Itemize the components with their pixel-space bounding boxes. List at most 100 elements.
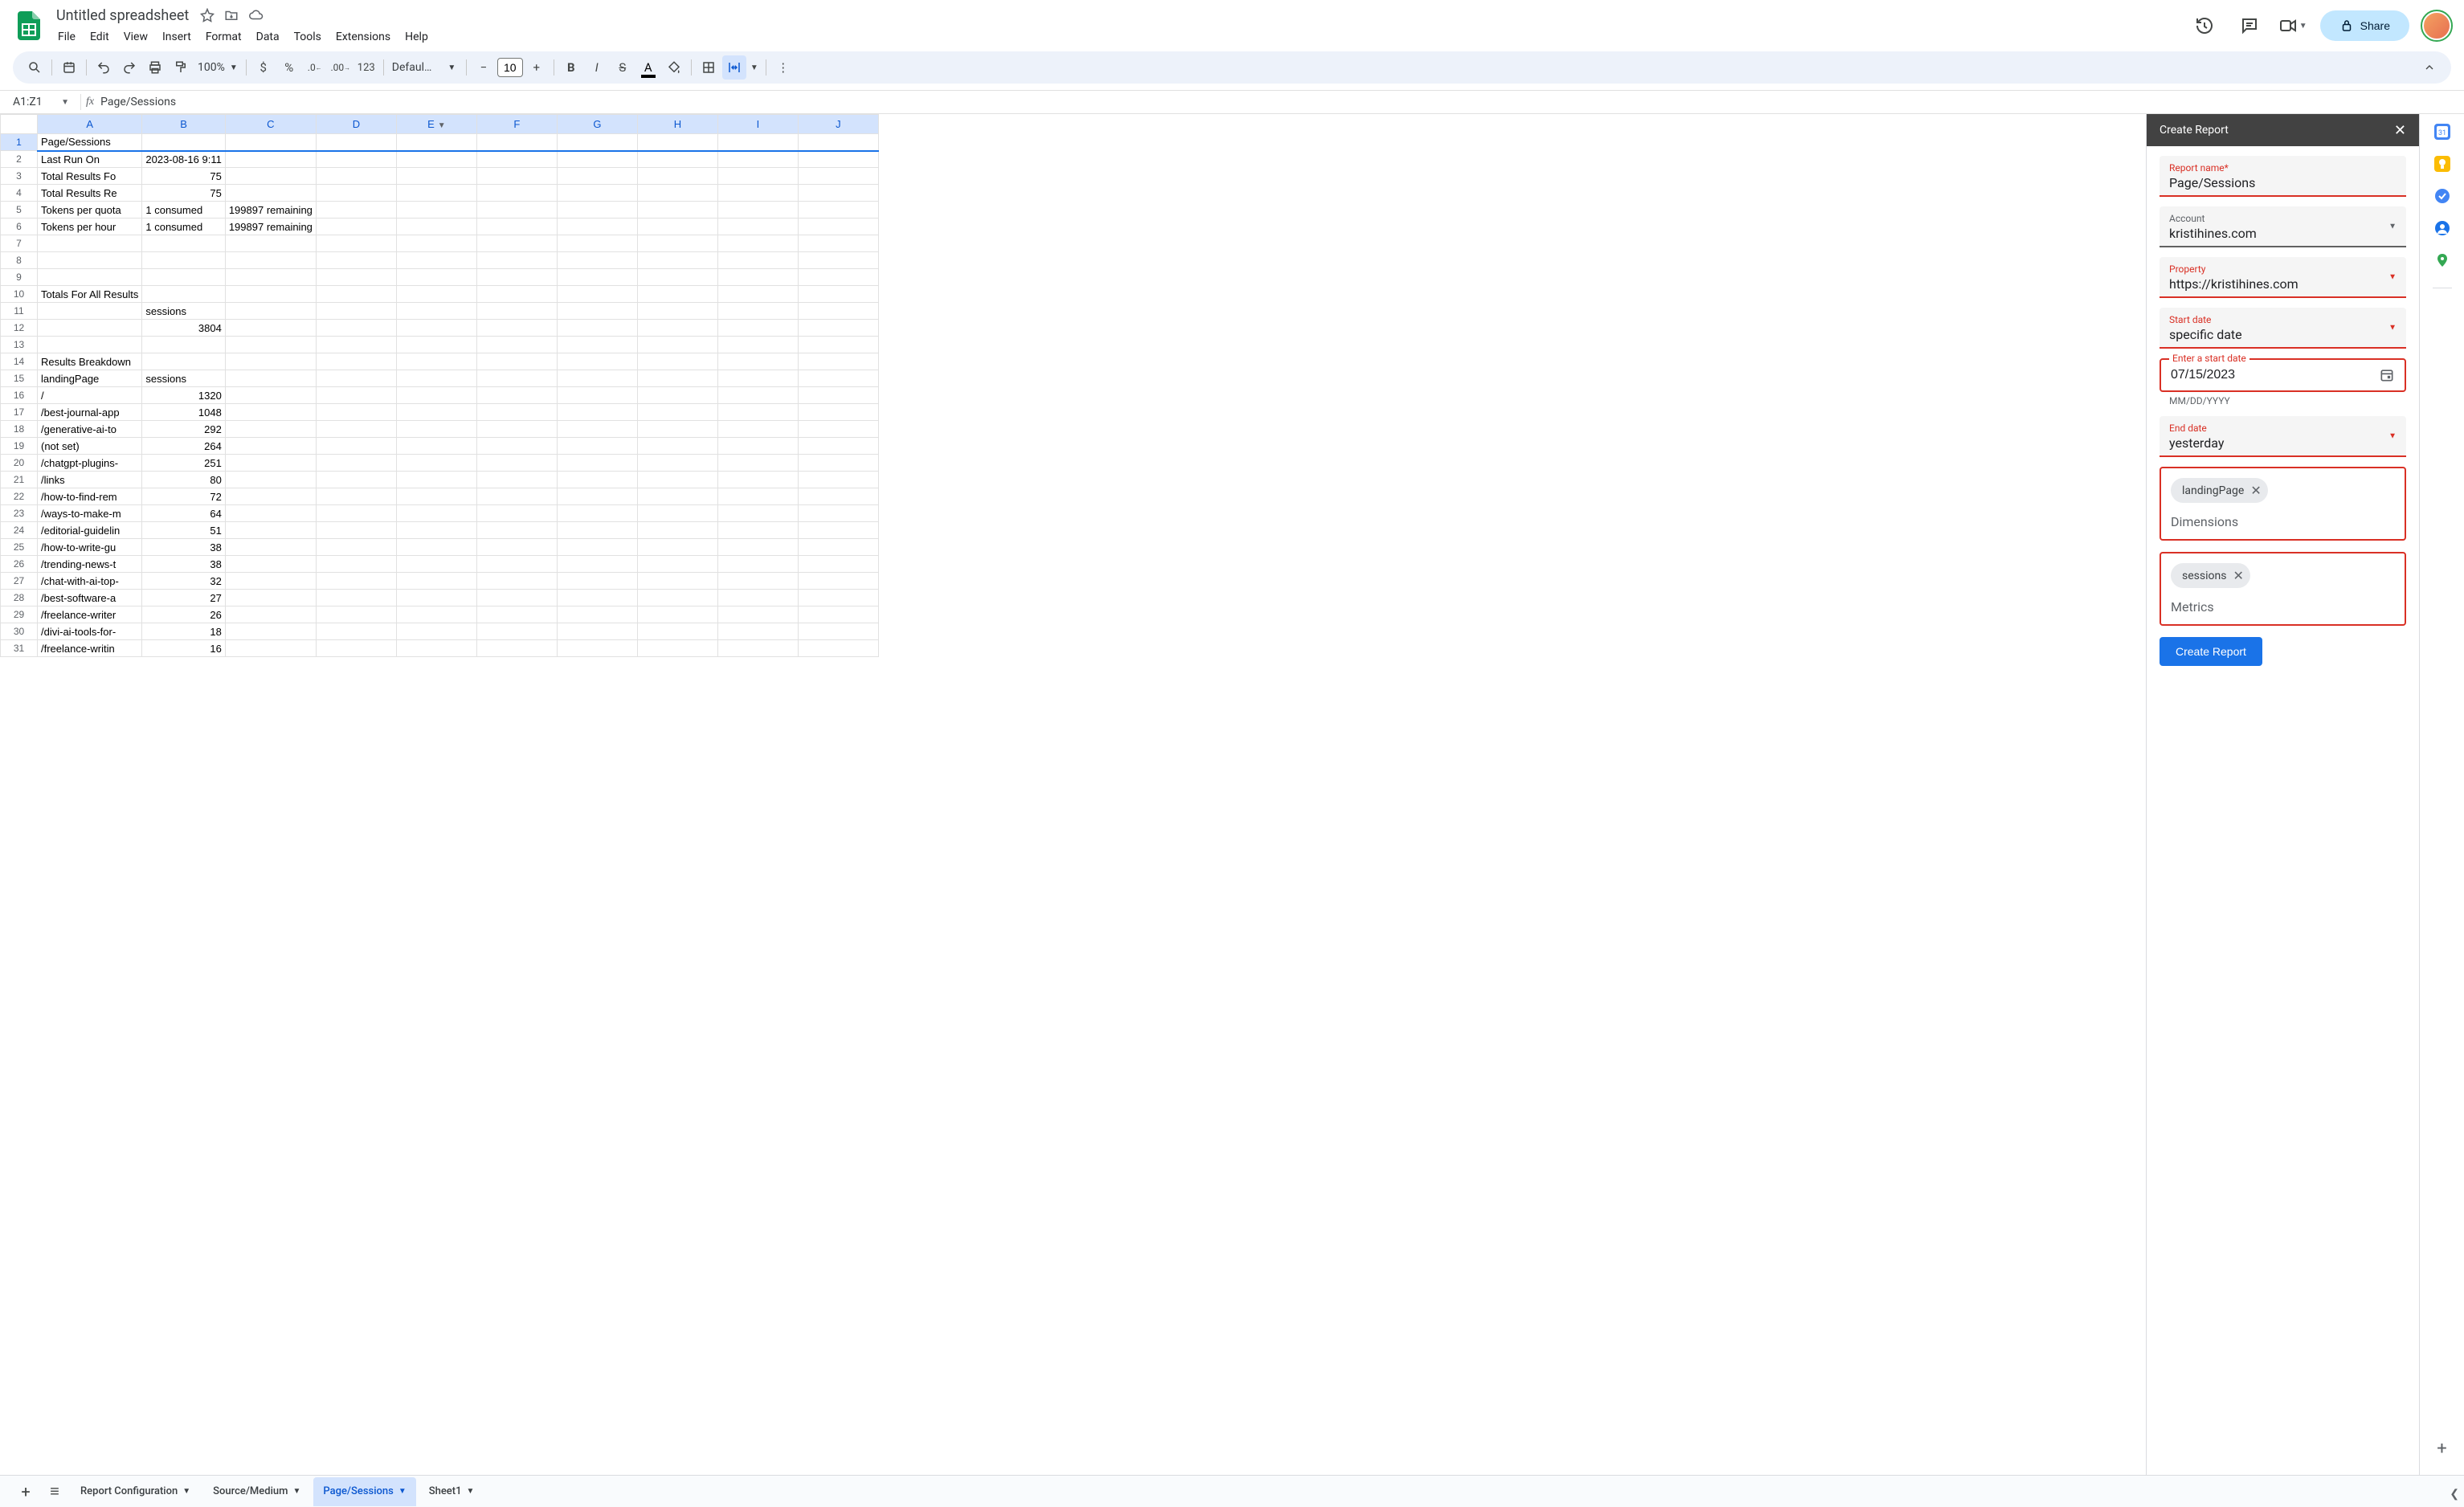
cell[interactable] [798, 421, 878, 438]
cell[interactable] [476, 235, 557, 252]
cell[interactable] [476, 640, 557, 657]
cell[interactable] [476, 252, 557, 269]
cell[interactable] [225, 320, 316, 337]
cell[interactable] [798, 455, 878, 472]
cell[interactable] [637, 640, 717, 657]
cell[interactable] [225, 168, 316, 185]
cell[interactable]: /generative-ai-to [38, 421, 142, 438]
row-header[interactable]: 9 [1, 269, 38, 286]
cell[interactable]: Results Breakdown [38, 353, 142, 370]
cell[interactable] [717, 623, 798, 640]
add-sheet-icon[interactable]: + [13, 1479, 39, 1505]
cell[interactable] [476, 573, 557, 590]
menu-edit[interactable]: Edit [84, 27, 116, 47]
cell[interactable] [316, 387, 396, 404]
calendar-icon[interactable] [57, 55, 81, 80]
cell[interactable]: /divi-ai-tools-for- [38, 623, 142, 640]
sheet-tab[interactable]: Source/Medium▼ [203, 1477, 310, 1506]
dimensions-box[interactable]: landingPage ✕ Dimensions [2160, 467, 2406, 541]
cell[interactable]: /how-to-write-gu [38, 539, 142, 556]
cell[interactable] [476, 438, 557, 455]
doc-title[interactable]: Untitled spreadsheet [51, 6, 194, 26]
star-icon[interactable] [200, 8, 215, 22]
cell[interactable] [637, 421, 717, 438]
cell[interactable] [225, 134, 316, 151]
cell[interactable] [225, 556, 316, 573]
bold-icon[interactable]: B [559, 55, 583, 80]
menu-file[interactable]: File [51, 27, 82, 47]
cell[interactable] [637, 404, 717, 421]
cell[interactable] [396, 168, 476, 185]
cell[interactable] [316, 505, 396, 522]
print-icon[interactable] [143, 55, 167, 80]
sheet-tab[interactable]: Report Configuration▼ [71, 1477, 200, 1506]
cell[interactable]: 264 [142, 438, 225, 455]
cell[interactable] [557, 438, 637, 455]
increase-decimal-icon[interactable]: .00→ [329, 55, 353, 80]
cell[interactable] [316, 455, 396, 472]
contacts-app-icon[interactable] [2434, 220, 2450, 236]
row-header[interactable]: 24 [1, 522, 38, 539]
cell[interactable] [717, 370, 798, 387]
cell[interactable] [798, 168, 878, 185]
cell[interactable]: 75 [142, 168, 225, 185]
cell[interactable] [316, 573, 396, 590]
cell[interactable] [637, 353, 717, 370]
cell[interactable]: /chat-with-ai-top- [38, 573, 142, 590]
cell[interactable] [476, 303, 557, 320]
cell[interactable] [476, 556, 557, 573]
cell[interactable] [798, 438, 878, 455]
cell[interactable] [557, 218, 637, 235]
row-header[interactable]: 25 [1, 539, 38, 556]
row-header[interactable]: 13 [1, 337, 38, 353]
cell[interactable] [316, 202, 396, 218]
cell[interactable] [557, 387, 637, 404]
cell[interactable]: /chatgpt-plugins- [38, 455, 142, 472]
cell[interactable] [316, 286, 396, 303]
sheet-tab[interactable]: Sheet1▼ [419, 1477, 484, 1506]
cell[interactable]: 251 [142, 455, 225, 472]
cell[interactable] [142, 337, 225, 353]
calendar-app-icon[interactable]: 31 [2434, 124, 2450, 140]
cell[interactable] [717, 353, 798, 370]
cell[interactable]: Total Results Fo [38, 168, 142, 185]
cell[interactable] [717, 640, 798, 657]
currency-icon[interactable]: $ [251, 55, 276, 80]
cell[interactable] [396, 185, 476, 202]
cell[interactable] [316, 252, 396, 269]
cell[interactable] [717, 151, 798, 168]
row-header[interactable]: 29 [1, 606, 38, 623]
cell[interactable] [396, 134, 476, 151]
cell[interactable] [717, 303, 798, 320]
cell[interactable] [717, 269, 798, 286]
cell[interactable] [225, 539, 316, 556]
cell[interactable] [798, 303, 878, 320]
col-header[interactable]: D [316, 115, 396, 134]
cell[interactable] [637, 606, 717, 623]
cell[interactable] [316, 185, 396, 202]
cell[interactable] [396, 640, 476, 657]
cell[interactable] [225, 623, 316, 640]
cell[interactable] [717, 438, 798, 455]
cell[interactable] [476, 606, 557, 623]
cell[interactable] [396, 573, 476, 590]
row-header[interactable]: 7 [1, 235, 38, 252]
cell[interactable] [225, 269, 316, 286]
cell[interactable]: 292 [142, 421, 225, 438]
metrics-box[interactable]: sessions ✕ Metrics [2160, 552, 2406, 626]
cell[interactable] [557, 337, 637, 353]
cell[interactable] [142, 286, 225, 303]
cell[interactable] [637, 505, 717, 522]
cell[interactable] [717, 252, 798, 269]
cell[interactable] [637, 438, 717, 455]
sheet-tab[interactable]: Page/Sessions▼ [313, 1477, 415, 1506]
cell[interactable] [717, 387, 798, 404]
cell[interactable] [225, 151, 316, 168]
cell[interactable] [557, 455, 637, 472]
expand-side-panel-icon[interactable]: ❮ [2450, 1488, 2459, 1501]
cell[interactable] [316, 134, 396, 151]
cell[interactable]: 26 [142, 606, 225, 623]
text-color-icon[interactable]: A [636, 55, 660, 80]
cell[interactable] [142, 252, 225, 269]
cell[interactable] [38, 320, 142, 337]
